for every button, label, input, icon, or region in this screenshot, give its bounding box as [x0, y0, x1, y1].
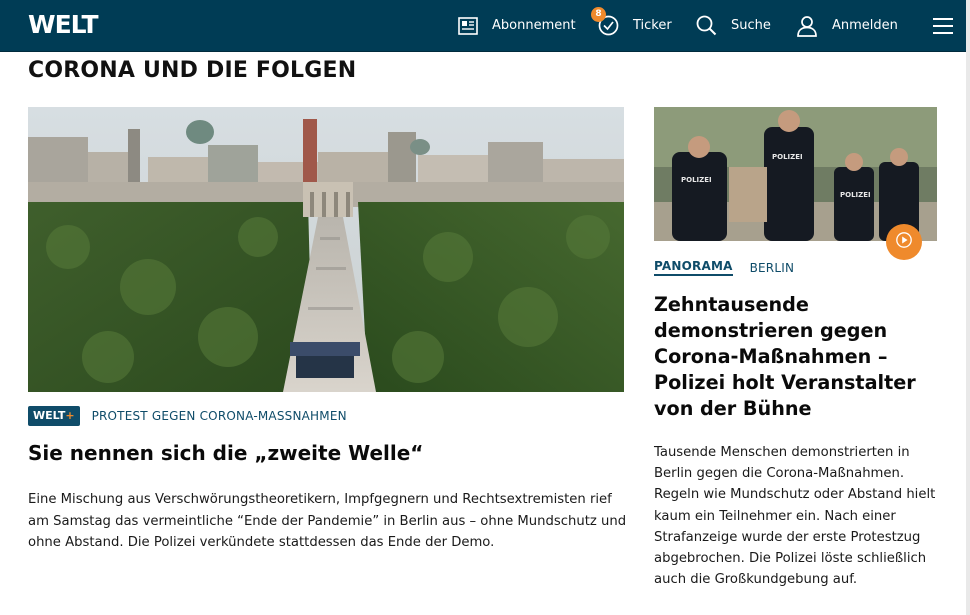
side-teaser-headline[interactable]: Zehntausende demonstrieren gegen Corona-…	[654, 292, 944, 422]
user-icon	[796, 15, 818, 37]
tag-berlin[interactable]: BERLIN	[750, 261, 795, 275]
nav-abonnement-label: Abonnement	[492, 18, 576, 33]
section-title[interactable]: CORONA UND DIE FOLGEN	[28, 58, 356, 83]
side-teaser-image[interactable]: POLIZEI POLIZEI POLIZEI	[654, 107, 937, 241]
main-teaser-intro[interactable]: Eine Mischung aus Verschwörungstheoretik…	[28, 489, 628, 554]
main-teaser-headline[interactable]: Sie nennen sich die „zweite Welle“	[28, 441, 624, 465]
search-icon	[696, 15, 717, 36]
main-teaser-image[interactable]	[28, 107, 624, 392]
top-navigation-bar: WELT Abonnement 8 Ticker Suche Anmelden	[0, 0, 970, 52]
svg-text:POLIZEI: POLIZEI	[772, 153, 803, 161]
tag-panorama[interactable]: PANORAMA	[654, 259, 733, 276]
svg-text:POLIZEI: POLIZEI	[840, 191, 871, 199]
ticker-check-icon: 8	[591, 7, 619, 36]
play-icon	[896, 232, 912, 252]
nav-ticker[interactable]: 8 Ticker	[591, 0, 672, 51]
page-scrollbar[interactable]	[966, 0, 970, 615]
nav-login-label: Anmelden	[832, 18, 898, 33]
nav-search[interactable]: Suche	[696, 0, 771, 51]
nav-search-label: Suche	[731, 18, 771, 33]
nav-ticker-label: Ticker	[633, 18, 672, 33]
nav-abonnement[interactable]: Abonnement	[458, 0, 576, 51]
welt-logo[interactable]: WELT	[28, 11, 98, 39]
berlin-crowd-photo	[28, 107, 624, 392]
main-teaser-kicker[interactable]: PROTEST GEGEN CORONA-MASSNAHMEN	[92, 409, 347, 423]
welt-plus-badge: WELT+	[28, 406, 80, 426]
newspaper-icon	[458, 16, 478, 35]
hamburger-menu-button[interactable]	[932, 0, 954, 51]
police-photo: POLIZEI POLIZEI POLIZEI	[654, 107, 937, 241]
svg-text:POLIZEI: POLIZEI	[681, 176, 712, 184]
video-play-button[interactable]	[886, 224, 922, 260]
main-teaser-kicker-row: WELT+ PROTEST GEGEN CORONA-MASSNAHMEN	[28, 406, 347, 426]
ticker-count-badge: 8	[591, 7, 606, 22]
hamburger-menu-icon	[932, 17, 954, 35]
nav-login[interactable]: Anmelden	[796, 0, 898, 51]
side-teaser-intro[interactable]: Tausende Menschen demonstrierten in Berl…	[654, 442, 949, 590]
side-teaser-tags: PANORAMA BERLIN	[654, 259, 794, 276]
